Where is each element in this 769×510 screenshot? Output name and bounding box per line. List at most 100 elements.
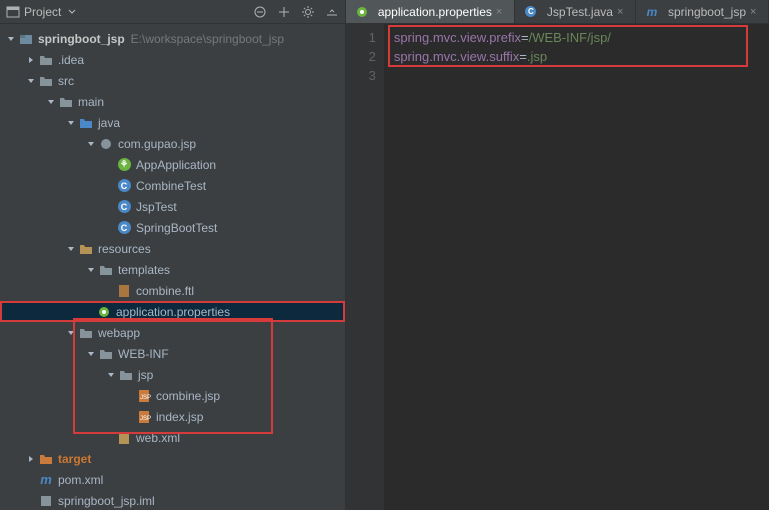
tree-label: templates [118, 263, 170, 277]
close-icon[interactable]: × [750, 6, 760, 18]
tree-label: index.jsp [156, 410, 203, 424]
class-icon: C [116, 220, 132, 236]
tree-row-pom[interactable]: m pom.xml [0, 469, 345, 490]
code-line: spring.mvc.view.prefix=/WEB-INF/jsp/ [394, 28, 759, 47]
tab-jsptest[interactable]: C JspTest.java × [515, 0, 636, 23]
spring-class-icon: ⚘ [116, 157, 132, 173]
arrow-down-icon[interactable] [106, 370, 116, 380]
tab-pom[interactable]: m springboot_jsp × [636, 0, 769, 23]
arrow-down-icon[interactable] [86, 139, 96, 149]
arrow-down-icon[interactable] [66, 244, 76, 254]
props-file-icon [354, 4, 370, 20]
tree-label: springboot_jsp.iml [58, 494, 155, 508]
tab-app-properties[interactable]: application.properties × [346, 0, 515, 23]
jsp-file-icon: JSP [136, 388, 152, 404]
tree-row-ftl[interactable]: combine.ftl [0, 280, 345, 301]
props-file-icon [96, 304, 112, 320]
tree-label: .idea [58, 53, 84, 67]
line-number: 2 [346, 47, 376, 66]
hide-icon[interactable] [325, 5, 339, 19]
tree-row-class[interactable]: C SpringBootTest [0, 217, 345, 238]
svg-text:JSP: JSP [140, 416, 151, 422]
tree-row-class[interactable]: C JspTest [0, 196, 345, 217]
tree-row-resources[interactable]: resources [0, 238, 345, 259]
tree-row-webapp[interactable]: webapp [0, 322, 345, 343]
ftl-file-icon [116, 283, 132, 299]
package-icon [98, 136, 114, 152]
tree-label: CombineTest [136, 179, 206, 193]
resources-folder-icon [78, 241, 94, 257]
tree-label: JspTest [136, 200, 177, 214]
tree-row-class[interactable]: C CombineTest [0, 175, 345, 196]
tree-label: target [58, 452, 91, 466]
folder-icon [118, 367, 134, 383]
tree-row-package[interactable]: com.gupao.jsp [0, 133, 345, 154]
tree-label: combine.ftl [136, 284, 194, 298]
tree-row-src[interactable]: src [0, 70, 345, 91]
tree-row-class[interactable]: ⚘ AppApplication [0, 154, 345, 175]
iml-file-icon [38, 493, 54, 509]
tree-label: main [78, 95, 104, 109]
close-icon[interactable]: × [617, 6, 627, 18]
code-line: spring.mvc.view.suffix=.jsp [394, 47, 759, 66]
excluded-folder-icon [38, 451, 54, 467]
code-content[interactable]: spring.mvc.view.prefix=/WEB-INF/jsp/ spr… [384, 24, 769, 510]
tree-row-root[interactable]: springboot_jsp E:\workspace\springboot_j… [0, 28, 345, 49]
folder-icon [78, 325, 94, 341]
tree-label: webapp [98, 326, 140, 340]
class-icon: C [523, 4, 539, 20]
tree-label: springboot_jsp [38, 32, 125, 46]
arrow-down-icon[interactable] [86, 349, 96, 359]
close-icon[interactable]: × [496, 6, 506, 18]
tree-row-webxml[interactable]: web.xml [0, 427, 345, 448]
code-area[interactable]: 1 2 3 spring.mvc.view.prefix=/WEB-INF/js… [346, 24, 769, 510]
arrow-down-icon[interactable] [66, 328, 76, 338]
tree-label: java [98, 116, 120, 130]
folder-icon [38, 52, 54, 68]
arrow-down-icon[interactable] [6, 34, 16, 44]
tree-row-index-jsp[interactable]: JSP index.jsp [0, 406, 345, 427]
chevron-down-icon[interactable] [65, 5, 79, 19]
tree-row-jsp-dir[interactable]: jsp [0, 364, 345, 385]
svg-text:JSP: JSP [140, 395, 151, 401]
gear-icon[interactable] [301, 5, 315, 19]
jsp-file-icon: JSP [136, 409, 152, 425]
tree-row-templates[interactable]: templates [0, 259, 345, 280]
collapse-icon[interactable] [253, 5, 267, 19]
arrow-down-icon[interactable] [66, 118, 76, 128]
tree-row-java[interactable]: java [0, 112, 345, 133]
project-tree[interactable]: springboot_jsp E:\workspace\springboot_j… [0, 24, 345, 510]
tab-label: springboot_jsp [668, 5, 746, 19]
tree-row-main[interactable]: main [0, 91, 345, 112]
arrow-right-icon[interactable] [26, 55, 36, 65]
tree-label: src [58, 74, 74, 88]
tab-label: application.properties [378, 5, 492, 19]
class-icon: C [116, 178, 132, 194]
arrow-down-icon[interactable] [26, 76, 36, 86]
project-label: Project [24, 5, 61, 19]
class-icon: C [116, 199, 132, 215]
folder-icon [58, 94, 74, 110]
tree-label: SpringBootTest [136, 221, 217, 235]
editor-pane: application.properties × C JspTest.java … [346, 0, 769, 510]
tab-label: JspTest.java [547, 5, 613, 19]
line-number: 3 [346, 66, 376, 85]
source-folder-icon [78, 115, 94, 131]
tree-row-combine-jsp[interactable]: JSP combine.jsp [0, 385, 345, 406]
arrow-down-icon[interactable] [46, 97, 56, 107]
tree-row-idea[interactable]: .idea [0, 49, 345, 70]
tree-label: WEB-INF [118, 347, 169, 361]
project-icon [6, 5, 20, 19]
tree-label: application.properties [116, 305, 230, 319]
tree-label: web.xml [136, 431, 180, 445]
tree-label: combine.jsp [156, 389, 220, 403]
arrow-right-icon[interactable] [26, 454, 36, 464]
tree-label: pom.xml [58, 473, 103, 487]
tree-row-target[interactable]: target [0, 448, 345, 469]
tree-row-app-properties[interactable]: application.properties [0, 301, 345, 322]
tree-row-iml[interactable]: springboot_jsp.iml [0, 490, 345, 510]
tree-row-webinf[interactable]: WEB-INF [0, 343, 345, 364]
folder-icon [98, 262, 114, 278]
arrow-down-icon[interactable] [86, 265, 96, 275]
divide-icon[interactable] [277, 5, 291, 19]
